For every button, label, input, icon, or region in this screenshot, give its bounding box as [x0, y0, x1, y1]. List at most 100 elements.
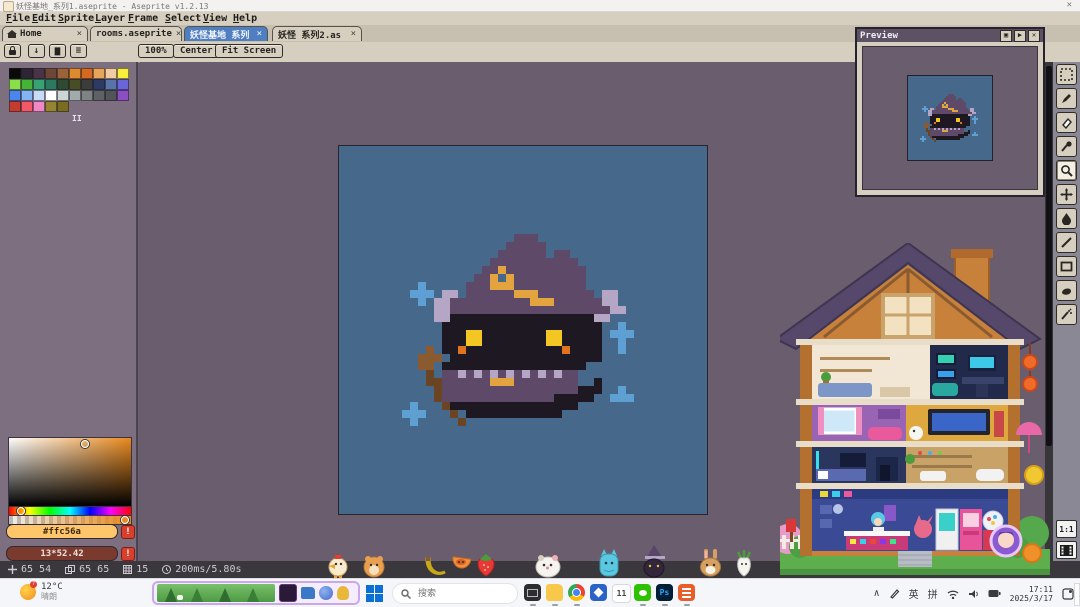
tool-contour[interactable]	[1056, 280, 1077, 301]
tab-close-icon[interactable]: ×	[257, 29, 262, 39]
ratio-1-1-button[interactable]: 1:1	[1056, 520, 1077, 538]
preview-titlebar[interactable]: Preview ▣ ▶ ✕	[857, 29, 1043, 42]
pen-icon[interactable]	[889, 588, 900, 599]
palette-swatch[interactable]	[45, 79, 57, 90]
tool-eraser[interactable]	[1056, 112, 1077, 133]
hex-color-field[interactable]: #ffc56a	[6, 524, 118, 539]
palette-swatch[interactable]	[33, 68, 45, 79]
tool-move[interactable]	[1056, 184, 1077, 205]
hsv-warning-button[interactable]: !	[121, 547, 135, 561]
palette-swatch[interactable]	[45, 90, 57, 101]
menu-sprite[interactable]: Sprite	[58, 13, 94, 24]
app-icon-photoshop[interactable]: Ps	[656, 584, 673, 601]
tool-eyedropper[interactable]	[1056, 136, 1077, 157]
palette-presets-button[interactable]: ▆	[49, 44, 66, 58]
palette-sort-button[interactable]: ↓	[28, 44, 45, 58]
weather-widget[interactable]: 7 12°C晴朗	[20, 582, 63, 601]
tab-close-icon[interactable]: ×	[77, 29, 82, 39]
menu-frame[interactable]: Frame	[128, 13, 158, 24]
palette-swatch[interactable]	[69, 90, 81, 101]
wifi-icon[interactable]	[947, 589, 959, 599]
palette-swatch[interactable]	[9, 101, 21, 112]
palette-swatch[interactable]	[81, 79, 93, 90]
palette-swatch[interactable]	[105, 90, 117, 101]
palette-swatch[interactable]	[57, 101, 69, 112]
palette-swatch[interactable]	[21, 68, 33, 79]
menu-select[interactable]: Select	[165, 13, 201, 24]
pet-app-icon[interactable]	[279, 584, 297, 602]
palette-swatch[interactable]	[45, 101, 57, 112]
windows-start-button[interactable]	[366, 585, 383, 602]
hidden-icons-chevron[interactable]: ∧	[874, 588, 880, 599]
app-icon-wechat[interactable]	[634, 584, 651, 601]
fit-screen-button[interactable]: Fit Screen	[215, 44, 283, 58]
palette-swatch[interactable]	[117, 90, 129, 101]
badge-icon[interactable]	[337, 586, 349, 600]
menu-edit[interactable]: Edit	[32, 13, 56, 24]
palette-swatch[interactable]	[93, 79, 105, 90]
palette-swatch[interactable]	[57, 90, 69, 101]
center-button[interactable]: Center	[173, 44, 220, 58]
tab-yaoguai-2[interactable]: 妖怪 系列2.as ×	[272, 26, 362, 41]
notification-bell-icon[interactable]	[1062, 588, 1074, 600]
pet-orange-hamster[interactable]	[362, 552, 386, 578]
preview-play-button[interactable]: ▶	[1014, 30, 1026, 42]
palette-swatch[interactable]	[9, 68, 21, 79]
film-frames-button[interactable]	[1056, 541, 1077, 559]
palette-swatch[interactable]	[69, 68, 81, 79]
zoom-100-button[interactable]: 100%	[138, 44, 174, 58]
hex-warning-button[interactable]: !	[121, 525, 135, 539]
palette-swatch[interactable]	[93, 68, 105, 79]
app-icon-file-explorer[interactable]	[546, 584, 563, 601]
sprite-canvas[interactable]	[338, 145, 708, 515]
alpha-cursor[interactable]	[121, 516, 129, 524]
palette-swatch[interactable]	[45, 68, 57, 79]
volume-icon[interactable]	[968, 589, 979, 599]
menu-view[interactable]: View	[203, 13, 227, 24]
pet-witch-cat[interactable]	[640, 545, 668, 578]
tool-marquee[interactable]	[1056, 64, 1077, 85]
menu-layer[interactable]: Layer	[95, 13, 125, 24]
tool-line[interactable]	[1056, 232, 1077, 253]
tab-close-icon[interactable]: ×	[351, 29, 356, 39]
battery-icon[interactable]	[988, 589, 1001, 598]
folder-icon[interactable]	[301, 587, 315, 599]
palette-swatch[interactable]	[69, 79, 81, 90]
search-input[interactable]	[416, 588, 500, 600]
palette-swatch[interactable]	[57, 68, 69, 79]
pet-radish[interactable]	[732, 549, 756, 578]
tool-paint-bucket[interactable]	[1056, 208, 1077, 229]
palette-swatch[interactable]	[33, 90, 45, 101]
pet-bunny[interactable]	[698, 548, 724, 578]
menu-file[interactable]: File	[6, 13, 30, 24]
palette-swatch[interactable]	[21, 79, 33, 90]
tool-pencil[interactable]	[1056, 88, 1077, 109]
pet-app-widget-pill[interactable]	[152, 581, 360, 605]
app-icon-orange[interactable]	[678, 584, 695, 601]
tab-home[interactable]: Home ×	[2, 26, 88, 41]
pet-banana[interactable]	[424, 553, 448, 578]
preview-options-button[interactable]: ▣	[1000, 30, 1012, 42]
palette-swatch[interactable]	[105, 79, 117, 90]
palette-swatch[interactable]	[81, 90, 93, 101]
palette-swatch[interactable]	[9, 90, 21, 101]
sv-cursor[interactable]	[81, 440, 89, 448]
tab-rooms[interactable]: rooms.aseprite ×	[90, 26, 182, 41]
preview-window[interactable]: Preview ▣ ▶ ✕	[855, 27, 1045, 197]
pet-blue-cat[interactable]	[596, 548, 622, 578]
hue-cursor[interactable]	[17, 507, 25, 515]
hsv-color-field[interactable]: 13*52.42	[6, 546, 118, 561]
palette-swatch[interactable]	[81, 68, 93, 79]
palette-swatch[interactable]	[117, 79, 129, 90]
palette-swatch[interactable]	[21, 90, 33, 101]
saturation-value-picker[interactable]	[8, 437, 132, 507]
color-palette[interactable]	[9, 68, 129, 112]
taskbar-search[interactable]	[392, 583, 518, 604]
people-icon[interactable]	[319, 586, 333, 600]
palette-swatch[interactable]	[93, 90, 105, 101]
pet-chick[interactable]	[326, 552, 350, 578]
tool-jumble[interactable]	[1056, 304, 1077, 325]
app-icon-photos[interactable]	[590, 584, 607, 601]
window-close-button[interactable]: ✕	[1067, 0, 1072, 11]
palette-swatch[interactable]	[57, 79, 69, 90]
